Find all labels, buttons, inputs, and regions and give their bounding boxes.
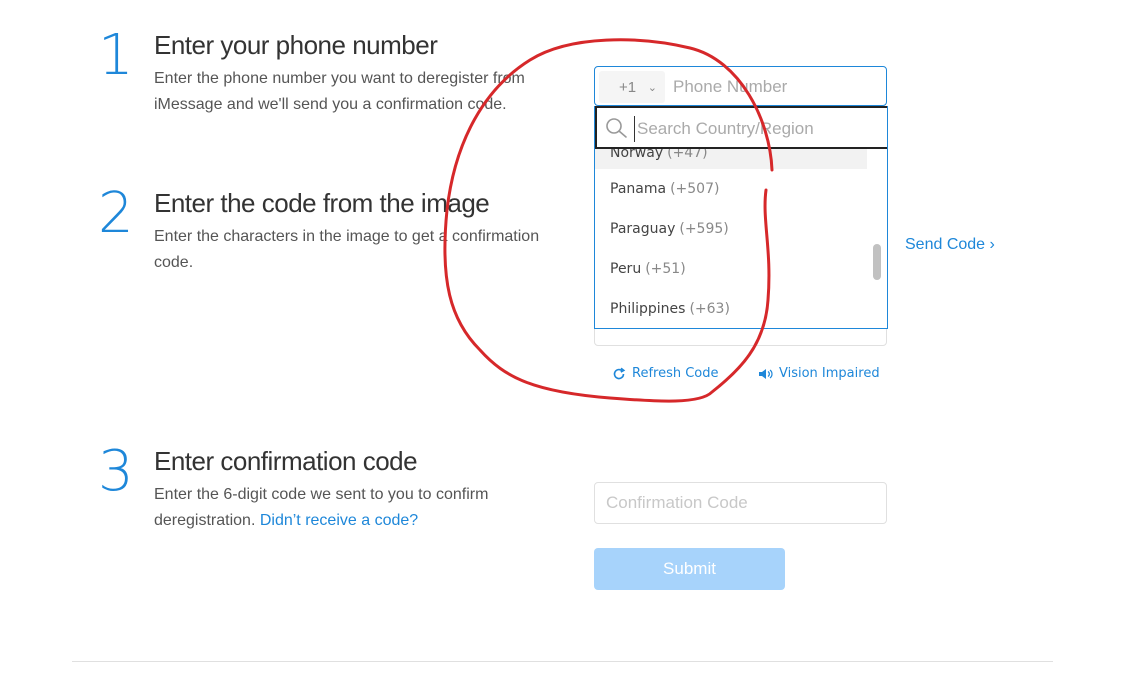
vision-impaired-link[interactable]: Vision Impaired — [758, 366, 880, 381]
country-item-philippines[interactable]: Philippines (+63) — [595, 289, 875, 328]
refresh-icon — [612, 367, 626, 381]
country-code-select[interactable]: +1 ⌄ — [599, 71, 665, 103]
country-name: Norway — [610, 149, 664, 161]
step-1-description: Enter the phone number you want to dereg… — [154, 70, 525, 113]
step-3-description-block: Enter the 6-digit code we sent to you to… — [154, 482, 564, 534]
step-1-number: 1 — [98, 23, 134, 88]
country-item-peru[interactable]: Peru (+51) — [595, 249, 875, 289]
country-name: Philippines — [610, 301, 686, 317]
step-1-title: Enter your phone number — [154, 30, 438, 60]
step-2-description: Enter the characters in the image to get… — [154, 228, 540, 271]
submit-button[interactable]: Submit — [594, 548, 785, 590]
chevron-down-icon: ⌄ — [647, 81, 657, 94]
country-search-input[interactable] — [634, 116, 879, 142]
phone-number-field[interactable]: +1 ⌄ Phone Number — [594, 66, 887, 106]
country-region-dropdown[interactable]: Norway (+47) Panama (+507) Paraguay (+595) … — [594, 106, 888, 329]
country-dial-code: (+507) — [670, 181, 720, 197]
country-item-norway[interactable]: Norway (+47) — [595, 149, 867, 169]
speaker-icon — [758, 368, 774, 380]
send-code-link[interactable]: Send Code › — [905, 236, 995, 254]
country-list[interactable]: Norway (+47) Panama (+507) Paraguay (+595) … — [595, 149, 875, 328]
country-search-box[interactable] — [595, 106, 887, 149]
step-3-number: 3 — [98, 439, 134, 504]
dropdown-scrollbar-thumb[interactable] — [873, 244, 881, 280]
country-dial-code: (+47) — [667, 149, 708, 161]
country-name: Panama — [610, 181, 667, 197]
country-name: Peru — [610, 261, 642, 277]
country-item-panama[interactable]: Panama (+507) — [595, 169, 875, 209]
didnt-receive-code-link[interactable]: Didn’t receive a code? — [260, 512, 418, 529]
vision-impaired-label: Vision Impaired — [779, 366, 880, 381]
chevron-right-icon: › — [989, 236, 995, 253]
step-2-title: Enter the code from the image — [154, 188, 490, 218]
country-dial-code: (+595) — [679, 221, 729, 237]
send-code-label: Send Code — [905, 236, 986, 253]
refresh-code-link[interactable]: Refresh Code — [612, 366, 719, 381]
country-dial-code: (+51) — [645, 261, 686, 277]
search-icon — [605, 117, 629, 144]
footer-divider — [72, 661, 1053, 662]
refresh-code-label: Refresh Code — [632, 366, 719, 381]
step-2-number: 2 — [98, 181, 134, 246]
country-dial-code: (+63) — [689, 301, 730, 317]
confirmation-code-field[interactable] — [594, 482, 887, 524]
country-item-paraguay[interactable]: Paraguay (+595) — [595, 209, 875, 249]
confirmation-code-input[interactable] — [595, 483, 886, 523]
country-code-value: +1 — [619, 78, 637, 96]
step-3-title: Enter confirmation code — [154, 446, 418, 476]
country-name: Paraguay — [610, 221, 676, 237]
phone-number-placeholder: Phone Number — [673, 77, 788, 96]
